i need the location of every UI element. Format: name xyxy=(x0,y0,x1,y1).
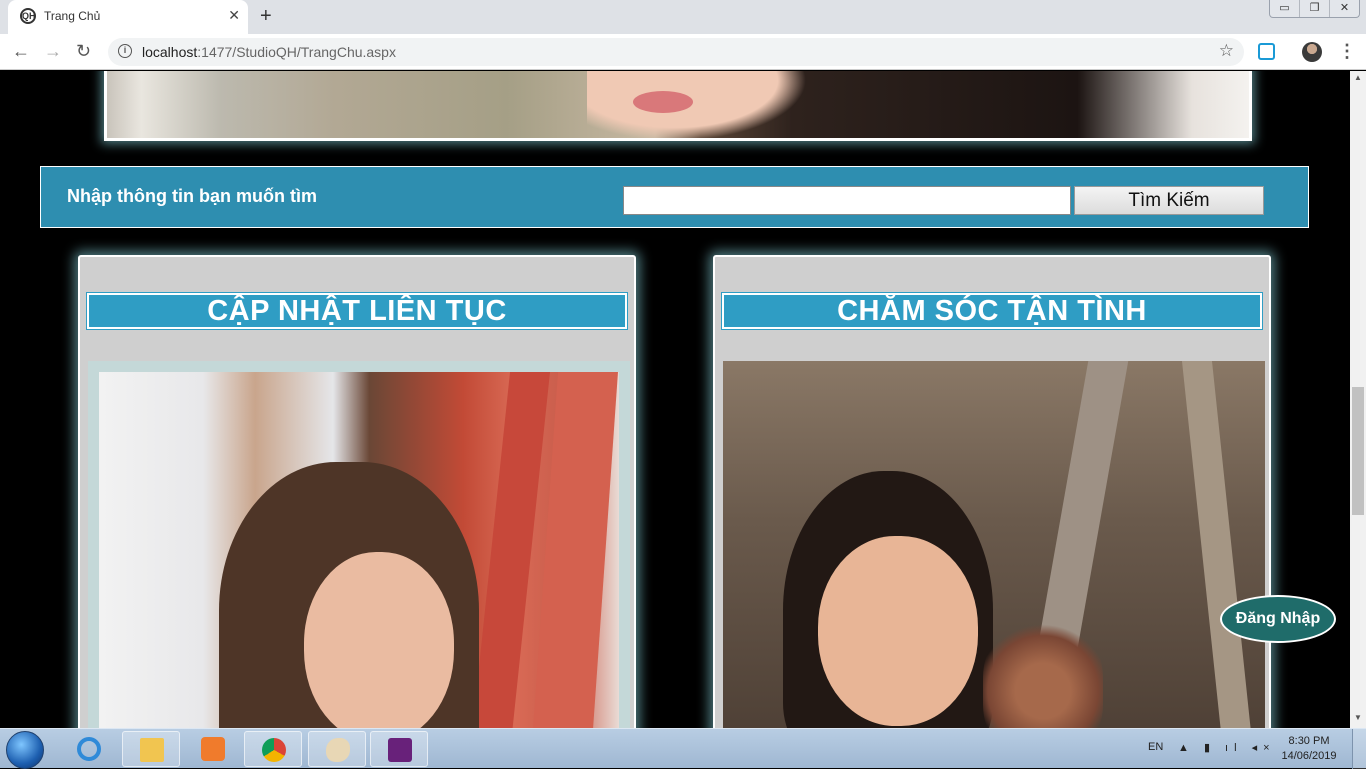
visual-studio-icon xyxy=(388,738,412,762)
url-path: :1477/StudioQH/TrangChu.aspx xyxy=(197,44,396,60)
show-desktop-button[interactable] xyxy=(1352,729,1366,769)
taskbar-ie[interactable] xyxy=(60,731,118,767)
taskbar-media[interactable] xyxy=(184,731,242,767)
browser-tab-bar: QH Trang Chủ ✕ + ▭ ❐ ✕ xyxy=(0,0,1366,34)
card-title-update: CẬP NHẬT LIÊN TỤC xyxy=(86,292,628,330)
photo-face xyxy=(304,552,454,728)
scroll-down-icon[interactable]: ▼ xyxy=(1354,713,1362,722)
taskbar-clock[interactable]: 8:30 PM 14/06/2019 xyxy=(1278,734,1340,764)
taskbar-chrome[interactable] xyxy=(244,731,302,767)
new-tab-button[interactable]: + xyxy=(260,5,272,28)
forward-button[interactable]: → xyxy=(44,41,62,62)
photo-rail-2 xyxy=(1181,361,1255,728)
profile-avatar[interactable] xyxy=(1302,42,1322,62)
scroll-up-icon[interactable]: ▲ xyxy=(1354,73,1362,82)
folder-icon xyxy=(140,738,164,762)
taskbar-visual-studio[interactable] xyxy=(370,731,428,767)
search-label: Nhập thông tin bạn muốn tìm xyxy=(67,186,317,206)
chrome-icon xyxy=(262,738,286,762)
search-button[interactable]: Tìm Kiếm xyxy=(1074,186,1264,215)
url-text[interactable]: localhost:1477/StudioQH/TrangChu.aspx xyxy=(142,44,396,60)
windows-taskbar: EN ▲ ▮ ıl ◂× 8:30 PM 14/06/2019 xyxy=(0,728,1366,769)
feature-card-update: CẬP NHẬT LIÊN TỤC xyxy=(78,255,636,728)
header-banner-image xyxy=(104,71,1252,141)
site-info-icon[interactable]: i xyxy=(118,44,132,58)
internet-explorer-icon xyxy=(77,737,101,761)
close-tab-icon[interactable]: ✕ xyxy=(228,7,240,24)
search-bar: Nhập thông tin bạn muốn tìm Tìm Kiếm xyxy=(40,166,1309,228)
scrollbar-thumb[interactable] xyxy=(1352,387,1364,515)
bookmark-star-icon[interactable]: ☆ xyxy=(1219,41,1234,61)
reload-button[interactable]: ↻ xyxy=(76,41,91,62)
paint-icon xyxy=(326,738,350,762)
taskbar-paint[interactable] xyxy=(308,731,366,767)
browser-menu-icon[interactable]: ⋮ xyxy=(1338,41,1356,62)
site-favicon-icon: QH xyxy=(20,8,36,24)
address-bar[interactable]: i localhost:1477/StudioQH/TrangChu.aspx … xyxy=(108,38,1244,66)
clock-date: 14/06/2019 xyxy=(1281,750,1337,762)
url-host: localhost xyxy=(142,44,198,60)
browser-tab[interactable]: QH Trang Chủ ✕ xyxy=(8,0,248,34)
login-button[interactable]: Đăng Nhập xyxy=(1220,595,1336,643)
search-input[interactable] xyxy=(623,186,1071,215)
system-tray-icons[interactable]: ▲ ▮ ıl ◂× xyxy=(1178,741,1276,754)
minimize-button[interactable]: ▭ xyxy=(1270,0,1300,17)
media-player-icon xyxy=(201,737,225,761)
photo-face xyxy=(818,536,978,726)
restore-button[interactable]: ❐ xyxy=(1300,0,1330,17)
tab-title: Trang Chủ xyxy=(44,9,101,23)
back-button[interactable]: ← xyxy=(12,41,30,62)
close-window-button[interactable]: ✕ xyxy=(1330,0,1359,17)
window-controls: ▭ ❐ ✕ xyxy=(1269,0,1360,18)
page-scrollbar[interactable]: ▲ ▼ xyxy=(1350,71,1366,728)
clock-time: 8:30 PM xyxy=(1288,735,1330,747)
start-button[interactable] xyxy=(6,731,44,769)
photo-frame xyxy=(99,372,619,728)
extension-icon[interactable] xyxy=(1258,43,1275,60)
language-indicator[interactable]: EN xyxy=(1148,741,1163,753)
banner-face xyxy=(587,71,807,138)
page-content: Nhập thông tin bạn muốn tìm Tìm Kiếm CẬP… xyxy=(0,71,1350,728)
feature-card-care: CHĂM SÓC TẬN TÌNH xyxy=(713,255,1271,728)
photo-flowers xyxy=(983,621,1103,728)
browser-toolbar: ← → ↻ i localhost:1477/StudioQH/TrangChu… xyxy=(0,34,1366,70)
card-photo-care xyxy=(723,361,1265,728)
banner-lips xyxy=(633,91,693,113)
taskbar-explorer[interactable] xyxy=(122,731,180,767)
card-title-care: CHĂM SÓC TẬN TÌNH xyxy=(721,292,1263,330)
card-photo-update xyxy=(88,361,630,728)
